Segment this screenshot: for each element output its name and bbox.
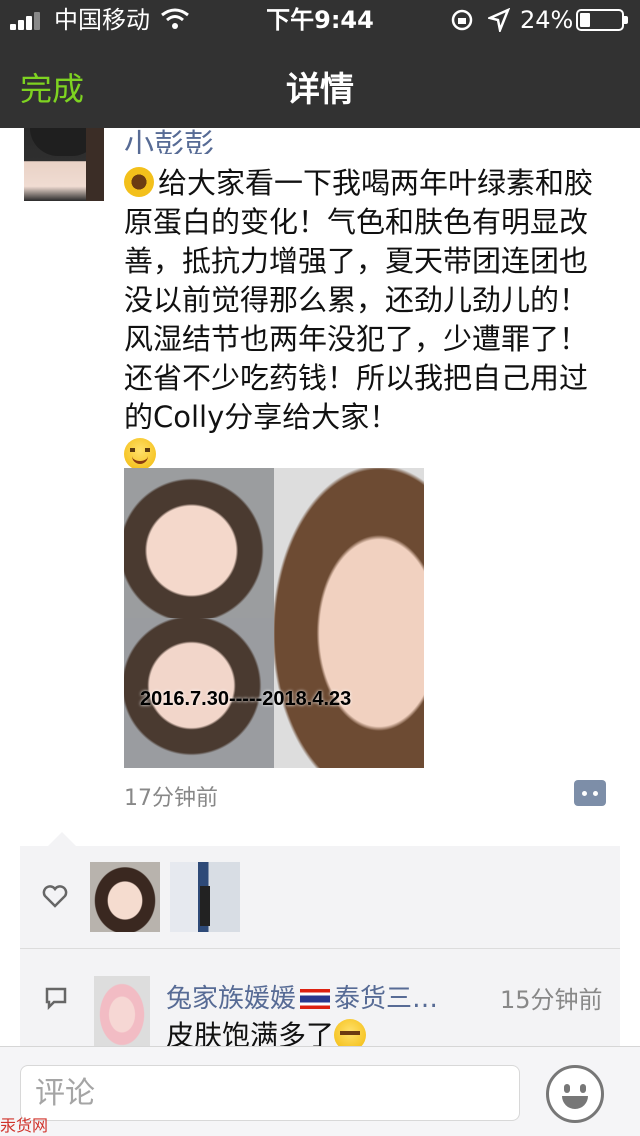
page-title: 详情 — [286, 70, 354, 110]
location-arrow-icon — [488, 8, 510, 32]
smile-emoji-icon — [124, 438, 156, 470]
thailand-flag-icon — [300, 989, 331, 1009]
commenter-name-suffix: 泰货三… — [334, 984, 439, 1014]
battery-percent: 24% — [520, 6, 574, 34]
heart-icon — [42, 885, 68, 908]
top-bar: 中国移动 下午9:44 24% 完成 详情 — [0, 0, 640, 128]
comment-time: 15分钟前 — [500, 986, 603, 1014]
comment-bubble-icon — [45, 987, 67, 1010]
post-text: 给大家看一下我喝两年叶绿素和胶原蛋白的变化！气色和肤色有明显改善，抵抗力增强了，… — [124, 164, 604, 476]
liker-avatar[interactable] — [90, 862, 160, 932]
likes-comments-panel: 兔家族媛媛 泰货三… 15分钟前 皮肤饱满多了 — [20, 832, 620, 1056]
post-text-body: 给大家看一下我喝两年叶绿素和胶原蛋白的变化！气色和肤色有明显改善，抵抗力增强了，… — [124, 166, 594, 434]
liker-avatar[interactable] — [170, 862, 240, 932]
emoji-button-icon[interactable] — [546, 1065, 604, 1123]
watermark: 汞货网 — [0, 1116, 49, 1135]
post-photo[interactable]: 2016.7.30-----2018.4.23 — [124, 468, 424, 768]
divider — [20, 948, 620, 949]
battery-icon — [576, 9, 628, 31]
poster-avatar[interactable] — [24, 128, 104, 201]
status-bar: 中国移动 下午9:44 24% — [0, 0, 640, 40]
photo-caption: 2016.7.30-----2018.4.23 — [140, 688, 352, 710]
comment-input-bar — [0, 1046, 640, 1136]
comment-input[interactable] — [20, 1065, 520, 1121]
poster-username[interactable]: 小彭彭 — [124, 120, 214, 154]
comment-menu-icon[interactable] — [574, 780, 606, 806]
commenter-name[interactable]: 兔家族媛媛 泰货三… — [166, 978, 486, 1015]
commenter-avatar[interactable] — [94, 976, 150, 1046]
commenter-name-text: 兔家族媛媛 — [166, 984, 297, 1014]
rotation-lock-icon — [451, 9, 473, 31]
sunflower-emoji-icon — [124, 167, 154, 197]
post-time: 17分钟前 — [124, 786, 218, 811]
